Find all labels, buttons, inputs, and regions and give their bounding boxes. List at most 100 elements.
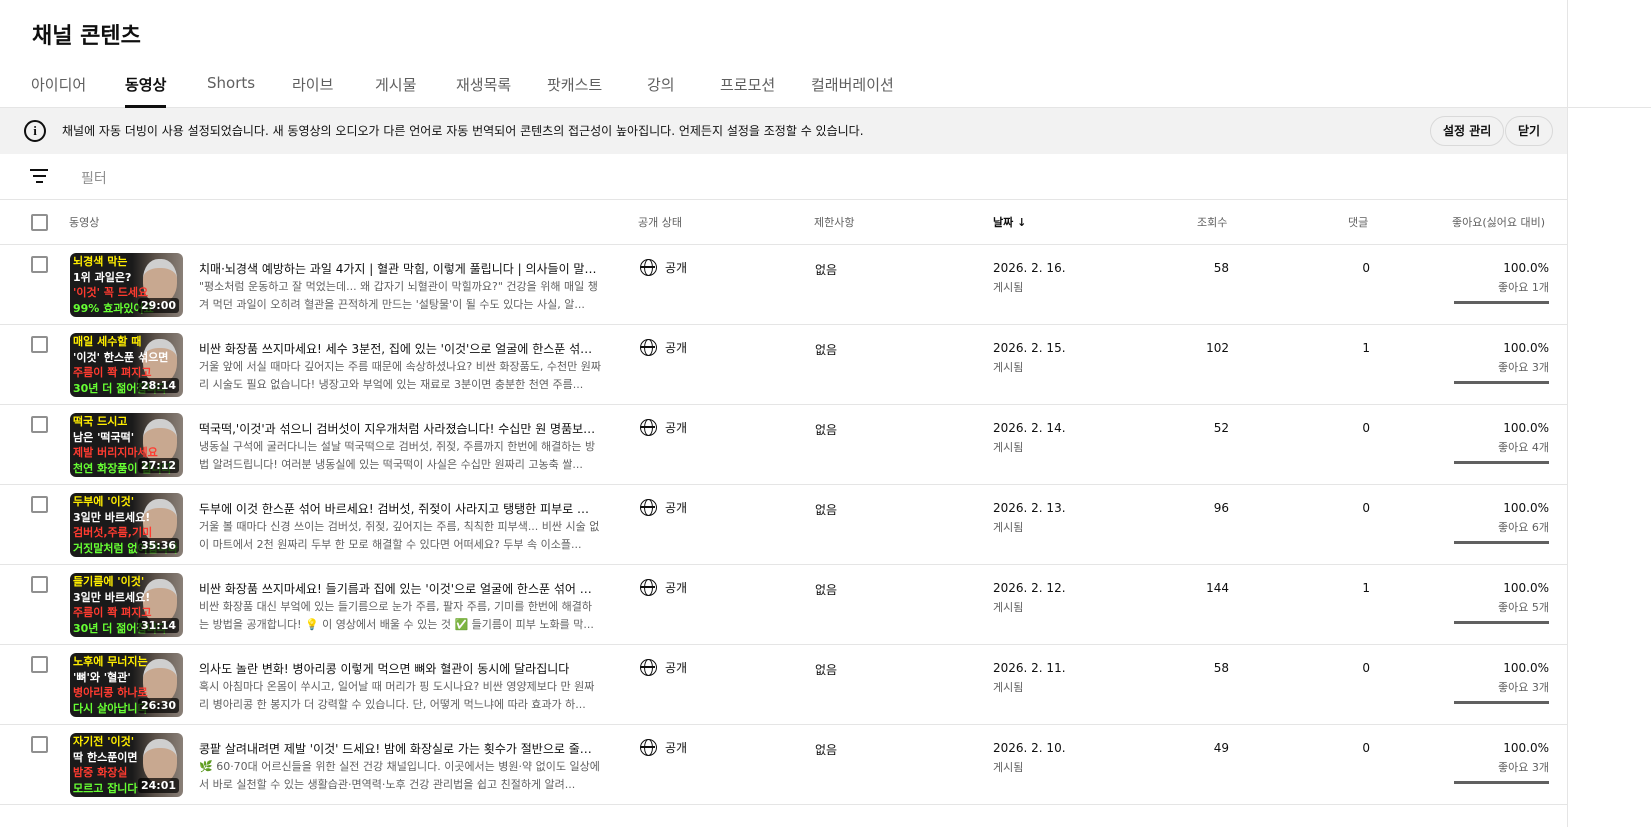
restrictions: 없음	[815, 263, 838, 277]
visibility-dropdown[interactable]: 공개	[640, 739, 687, 756]
publish-date: 2026. 2. 15.	[993, 341, 1066, 355]
table-row[interactable]: 들기름에 '이것' 3일만 바르세요! 주름이 쫙 펴지고 30년 더 젊어집니다 31…	[0, 565, 1567, 645]
video-thumbnail[interactable]: 노후에 무너지는 '뼈'와 '혈관' 병아리콩 하나로 다시 살아납니다 26:30	[70, 653, 183, 717]
restrictions: 없음	[815, 423, 838, 437]
filter-icon[interactable]	[30, 169, 48, 187]
video-thumbnail[interactable]: 뇌경색 막는 1위 과일은? '이것' 꼭 드세요 99% 효과있어요 29:00	[70, 253, 183, 317]
video-thumbnail[interactable]: 두부에 '이것' 3일만 바르세요! 검버섯,주름,기미 거짓말처럼 없어집니다 35:…	[70, 493, 183, 557]
row-checkbox[interactable]	[31, 656, 48, 673]
video-title[interactable]: 치매·뇌경색 예방하는 과일 4가지 | 혈관 막힘, 이렇게 풀립니다 | 의…	[199, 260, 599, 277]
video-title[interactable]: 떡국떡,'이것'과 섞으니 검버섯이 지우개처럼 사라졌습니다! 수십만 원 명…	[199, 420, 599, 437]
video-title[interactable]: 비싼 화장품 쓰지마세요! 들기름과 집에 있는 '이것'으로 얼굴에 한스푼 …	[199, 580, 599, 597]
video-title[interactable]: 의사도 놀란 변화! 병아리콩 이렇게 먹으면 뼈와 혈관이 동시에 달라집니다	[199, 660, 599, 677]
column-comments[interactable]: 댓글	[1348, 214, 1368, 230]
row-checkbox[interactable]	[31, 496, 48, 513]
video-title[interactable]: 비싼 화장품 쓰지마세요! 세수 3분전, 집에 있는 '이것'으로 얼굴에 한…	[199, 340, 599, 357]
tab-1[interactable]: 동영상	[125, 64, 167, 108]
auto-dubbing-banner: i 채널에 자동 더빙이 사용 설정되었습니다. 새 동영상의 오디오가 다른 …	[0, 108, 1567, 154]
table-row[interactable]: 두부에 '이것' 3일만 바르세요! 검버섯,주름,기미 거짓말처럼 없어집니다 35:…	[0, 485, 1567, 565]
video-thumbnail[interactable]: 자기전 '이것' 딱 한스푼이면 밤중 화장실 모르고 잡니다 24:01	[70, 733, 183, 797]
row-checkbox[interactable]	[31, 256, 48, 273]
tab-3[interactable]: 라이브	[292, 64, 333, 108]
thumbnail-text: 1위 과일은?	[73, 270, 132, 284]
globe-icon	[640, 659, 657, 676]
table-row[interactable]: 노후에 무너지는 '뼈'와 '혈관' 병아리콩 하나로 다시 살아납니다 26:30 의…	[0, 645, 1567, 725]
tab-8[interactable]: 프로모션	[720, 64, 775, 108]
globe-icon	[640, 259, 657, 276]
publish-date: 2026. 2. 16.	[993, 261, 1066, 275]
video-thumbnail[interactable]: 떡국 드시고 남은 '떡국떡' 제발 버리지마세요 천연 화장품이 됩니다 27:12	[70, 413, 183, 477]
publish-status: 게시됨	[993, 521, 1024, 534]
comment-count: 0	[1362, 261, 1370, 275]
visibility-dropdown[interactable]: 공개	[640, 659, 687, 676]
like-ratio-bar	[1454, 461, 1549, 464]
row-checkbox[interactable]	[31, 336, 48, 353]
tab-6[interactable]: 팟캐스트	[547, 64, 602, 108]
filter-input[interactable]: 필터	[81, 168, 107, 188]
video-thumbnail[interactable]: 매일 세수할 때 '이것' 한스푼 섞으면 주름이 쫙 펴지고 30년 더 젊어집니다…	[70, 333, 183, 397]
row-checkbox[interactable]	[31, 736, 48, 753]
table-row[interactable]: 떡국 드시고 남은 '떡국떡' 제발 버리지마세요 천연 화장품이 됩니다 27:12 …	[0, 405, 1567, 485]
column-date[interactable]: 날짜 ↓	[993, 214, 1026, 230]
table-row[interactable]: 뇌경색 막는 1위 과일은? '이것' 꼭 드세요 99% 효과있어요 29:00 치매…	[0, 245, 1567, 325]
publish-status: 게시됨	[993, 601, 1024, 614]
table-row[interactable]: 자기전 '이것' 딱 한스푼이면 밤중 화장실 모르고 잡니다 24:01 콩팥 살려내…	[0, 725, 1567, 805]
visibility-dropdown[interactable]: 공개	[640, 339, 687, 356]
column-views[interactable]: 조회수	[1197, 214, 1227, 230]
like-ratio-bar	[1454, 701, 1549, 704]
row-checkbox[interactable]	[31, 576, 48, 593]
tab-9[interactable]: 컬래버레이션	[811, 64, 894, 108]
thumbnail-text: 매일 세수할 때	[73, 335, 142, 348]
restrictions: 없음	[815, 583, 838, 597]
filter-bar: 필터	[0, 154, 1567, 200]
column-likes[interactable]: 좋아요(싫어요 대비)	[1452, 214, 1545, 230]
visibility-dropdown[interactable]: 공개	[640, 259, 687, 276]
close-banner-button[interactable]: 닫기	[1505, 116, 1554, 146]
tab-2[interactable]: Shorts	[207, 64, 255, 108]
like-count: 좋아요 3개	[1498, 681, 1549, 694]
restrictions: 없음	[815, 343, 838, 357]
column-restrictions[interactable]: 제한사항	[814, 214, 854, 230]
video-thumbnail[interactable]: 들기름에 '이것' 3일만 바르세요! 주름이 쫙 펴지고 30년 더 젊어집니다 31…	[70, 573, 183, 637]
thumbnail-text: 3일만 바르세요!	[73, 510, 151, 524]
manage-settings-button[interactable]: 설정 관리	[1430, 116, 1505, 146]
like-count: 좋아요 5개	[1498, 601, 1549, 614]
like-count: 좋아요 1개	[1498, 281, 1549, 294]
select-all-checkbox[interactable]	[31, 214, 48, 231]
visibility-dropdown[interactable]: 공개	[640, 579, 687, 596]
publish-status: 게시됨	[993, 441, 1024, 454]
video-duration: 29:00	[137, 297, 179, 313]
video-title[interactable]: 두부에 이것 한스푼 섞어 바르세요! 검버섯, 쥐젖이 사라지고 탱탱한 피부…	[199, 500, 599, 517]
tab-0[interactable]: 아이디어	[31, 64, 86, 108]
scrollbar[interactable]	[1567, 0, 1568, 827]
view-count: 102	[1206, 341, 1229, 355]
thumbnail-text: 노후에 무너지는	[73, 655, 148, 668]
like-percentage: 100.0%	[1503, 741, 1549, 755]
video-duration: 35:36	[137, 537, 179, 553]
row-checkbox[interactable]	[31, 416, 48, 433]
video-title[interactable]: 콩팥 살려내려면 제발 '이것' 드세요! 밤에 화장실로 가는 횟수가 절반으…	[199, 740, 599, 757]
tab-5[interactable]: 재생목록	[456, 64, 511, 108]
publish-status: 게시됨	[993, 681, 1024, 694]
comment-count: 0	[1362, 501, 1370, 515]
visibility-dropdown[interactable]: 공개	[640, 419, 687, 436]
view-count: 144	[1206, 581, 1229, 595]
comment-count: 0	[1362, 661, 1370, 675]
visibility-label: 공개	[665, 501, 688, 515]
like-ratio-fill	[1454, 381, 1549, 384]
like-ratio-bar	[1454, 301, 1549, 304]
like-percentage: 100.0%	[1503, 341, 1549, 355]
table-header: 동영상 공개 상태 제한사항 날짜 ↓ 조회수 댓글 좋아요(싫어요 대비)	[0, 200, 1567, 245]
tab-4[interactable]: 게시물	[375, 64, 416, 108]
globe-icon	[640, 739, 657, 756]
like-percentage: 100.0%	[1503, 421, 1549, 435]
visibility-label: 공개	[665, 581, 688, 595]
column-visibility[interactable]: 공개 상태	[638, 214, 682, 230]
video-description: 비싼 화장품 대신 부엌에 있는 들기름으로 눈가 주름, 팔자 주름, 기미를…	[199, 600, 594, 631]
visibility-dropdown[interactable]: 공개	[640, 499, 687, 516]
restrictions: 없음	[815, 503, 838, 517]
tab-7[interactable]: 강의	[647, 64, 675, 108]
comment-count: 0	[1362, 741, 1370, 755]
thumbnail-text: 두부에 '이것'	[73, 495, 135, 508]
table-row[interactable]: 매일 세수할 때 '이것' 한스푼 섞으면 주름이 쫙 펴지고 30년 더 젊어집니다…	[0, 325, 1567, 405]
